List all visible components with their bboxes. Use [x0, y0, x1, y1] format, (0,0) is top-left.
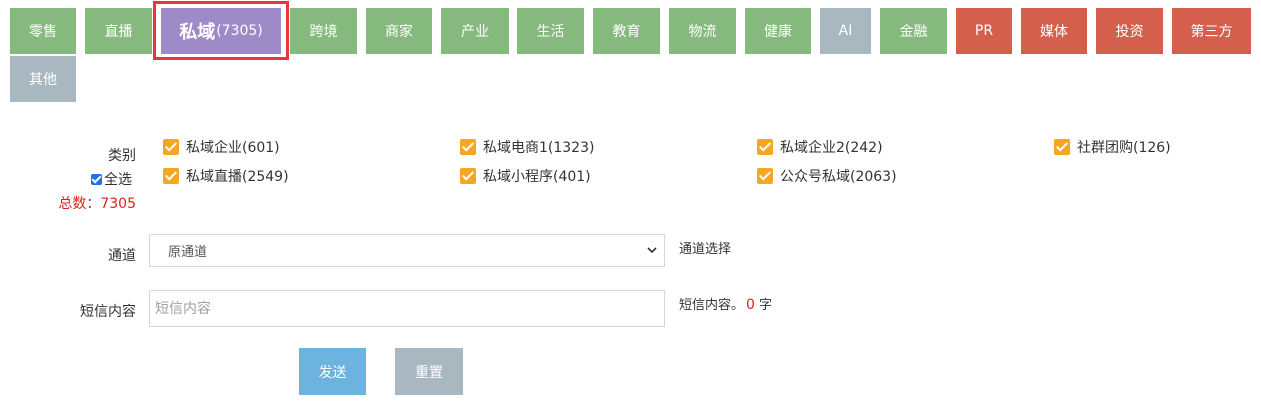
checkbox-checked-icon: [757, 168, 773, 184]
option-label: 私域小程序(401): [483, 169, 591, 185]
option-label: 公众号私域(2063): [780, 169, 897, 185]
tab-private-domain-label: 私域: [179, 22, 216, 43]
channel-label: 通道: [108, 248, 136, 264]
tab-pr[interactable]: PR: [956, 8, 1012, 54]
option-private-live[interactable]: 私域直播(2549): [163, 166, 289, 186]
tab-education[interactable]: 教育: [593, 8, 660, 54]
select-all-checkbox[interactable]: 全选: [91, 169, 132, 189]
tab-logistics[interactable]: 物流: [669, 8, 736, 54]
option-private-ecommerce-1[interactable]: 私域电商1(1323): [460, 137, 594, 157]
option-private-mini-program[interactable]: 私域小程序(401): [460, 166, 591, 186]
checkbox-checked-icon: [163, 168, 179, 184]
tab-retail[interactable]: 零售: [10, 8, 76, 54]
select-all-check-icon: [91, 173, 102, 185]
select-all-label: 全选: [104, 172, 132, 188]
tab-cross-border[interactable]: 跨境: [290, 8, 357, 54]
tab-finance[interactable]: 金融: [880, 8, 947, 54]
option-label: 私域电商1(1323): [483, 140, 595, 156]
tab-private-domain[interactable]: 私域 (7305): [161, 8, 281, 54]
chevron-down-icon: [647, 247, 657, 254]
tab-live[interactable]: 直播: [85, 8, 152, 54]
tab-life[interactable]: 生活: [517, 8, 584, 54]
channel-hint: 通道选择: [679, 242, 732, 257]
sms-content-input[interactable]: [149, 290, 665, 327]
checkbox-checked-icon: [460, 139, 476, 155]
sms-char-count: 0: [746, 297, 755, 313]
tab-third-party[interactable]: 第三方: [1172, 8, 1251, 54]
category-label: 类别: [108, 148, 136, 164]
total-count: 总数：7305: [58, 196, 136, 212]
option-label: 私域直播(2549): [186, 169, 289, 185]
tab-health[interactable]: 健康: [745, 8, 811, 54]
checkbox-checked-icon: [460, 168, 476, 184]
sms-hint-prefix: 短信内容。: [679, 298, 745, 313]
tab-industry[interactable]: 产业: [441, 8, 509, 54]
sms-hint-suffix: 字: [758, 298, 772, 313]
checkbox-checked-icon: [163, 139, 179, 155]
sms-char-count-hint: 短信内容。 0 字: [679, 294, 772, 313]
channel-select[interactable]: 原通道: [149, 234, 665, 267]
reset-button[interactable]: 重置: [395, 348, 463, 395]
option-community-group-buying[interactable]: 社群团购(126): [1054, 137, 1171, 157]
option-label: 私域企业(601): [186, 140, 280, 156]
tab-private-domain-count: (7305): [216, 23, 263, 39]
option-label: 社群团购(126): [1077, 140, 1171, 156]
checkbox-checked-icon: [757, 139, 773, 155]
tab-investment[interactable]: 投资: [1096, 8, 1163, 54]
option-private-enterprise-2[interactable]: 私域企业2(242): [757, 137, 883, 157]
tab-merchant[interactable]: 商家: [366, 8, 432, 54]
sms-send-page: 零售 直播 私域 (7305) 跨境 商家 产业 生活 教育 物流 健康 AI 金…: [0, 0, 1261, 409]
tab-other[interactable]: 其他: [10, 56, 76, 102]
option-private-enterprise[interactable]: 私域企业(601): [163, 137, 280, 157]
option-official-account-private[interactable]: 公众号私域(2063): [757, 166, 897, 186]
channel-selected-value: 原通道: [168, 245, 208, 260]
sms-content-label: 短信内容: [80, 304, 136, 320]
option-label: 私域企业2(242): [780, 140, 883, 156]
checkbox-checked-icon: [1054, 139, 1070, 155]
tab-ai[interactable]: AI: [820, 8, 871, 54]
tab-media[interactable]: 媒体: [1021, 8, 1087, 54]
send-button[interactable]: 发送: [299, 348, 366, 395]
